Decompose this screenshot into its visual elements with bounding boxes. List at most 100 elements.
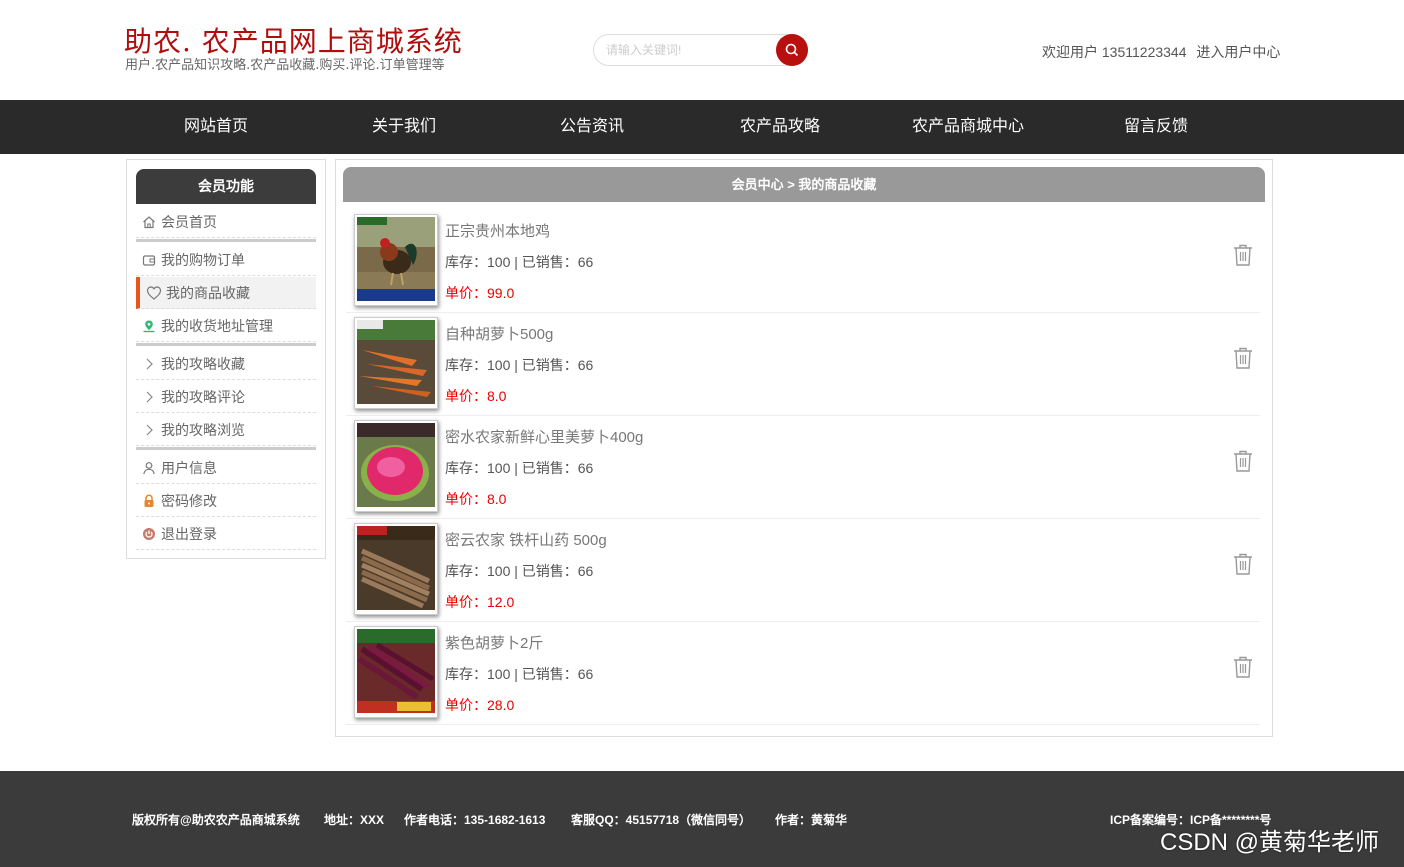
product-thumbnail[interactable] <box>354 214 438 306</box>
home-icon <box>141 214 157 230</box>
power-icon <box>141 526 157 542</box>
search-button[interactable] <box>776 34 808 66</box>
price-label: 单价： <box>445 285 487 301</box>
favorites-panel: 会员中心 > 我的商品收藏 正宗贵州本地鸡 库存：100 | 已销售：66 单价… <box>335 159 1273 737</box>
chevron-right-icon <box>141 422 157 438</box>
sidebar-item-label: 我的攻略浏览 <box>161 422 245 438</box>
product-name[interactable]: 密云农家 铁杆山药 500g <box>445 529 607 550</box>
trash-icon[interactable] <box>1232 449 1254 473</box>
product-name[interactable]: 正宗贵州本地鸡 <box>445 220 550 241</box>
search-box <box>593 34 808 66</box>
product-thumbnail[interactable] <box>354 523 438 615</box>
nav-item-guides[interactable]: 农产品攻略 <box>690 100 870 154</box>
product-price: 单价：99.0 <box>445 283 514 303</box>
sidebar-item-label: 我的购物订单 <box>161 252 245 268</box>
sidebar-item-guide-favorites[interactable]: 我的攻略收藏 <box>136 348 316 380</box>
main-nav: 网站首页 关于我们 公告资讯 农产品攻略 农产品商城中心 留言反馈 <box>0 100 1404 154</box>
chevron-right-icon <box>141 356 157 372</box>
radish-image <box>357 423 435 507</box>
sidebar-title: 会员功能 <box>136 169 316 204</box>
sidebar-divider <box>136 447 316 450</box>
price-label: 单价： <box>445 594 487 610</box>
welcome-text: 欢迎用户 13511223344 <box>1042 44 1187 60</box>
footer-phone: 作者电话：135-1682-1613 <box>404 813 546 827</box>
product-price: 单价：8.0 <box>445 386 506 406</box>
breadcrumb: 会员中心 > 我的商品收藏 <box>343 167 1265 202</box>
price-label: 单价： <box>445 388 487 404</box>
product-stock: 库存：100 | 已销售：66 <box>445 666 594 682</box>
site-subtitle: 用户.农产品知识攻略.农产品收藏.购买.评论.订单管理等 <box>125 58 445 73</box>
trash-icon[interactable] <box>1232 243 1254 267</box>
sidebar-item-label: 密码修改 <box>161 493 217 509</box>
heart-icon <box>146 285 162 301</box>
search-icon <box>785 43 799 57</box>
sidebar-item-address[interactable]: 我的收货地址管理 <box>136 310 316 342</box>
product-name[interactable]: 密水农家新鲜心里美萝卜400g <box>445 426 643 447</box>
yam-image <box>357 526 435 610</box>
member-sidebar: 会员功能 会员首页 我的购物订单 我的商品收藏 我的收货地址管理 我的攻略收藏 … <box>126 159 326 559</box>
footer-copyright: 版权所有@助农农产品商城系统 <box>132 813 300 827</box>
price-value: 99.0 <box>487 285 515 301</box>
purple-carrot-image <box>357 629 435 713</box>
sidebar-item-orders[interactable]: 我的购物订单 <box>136 244 316 276</box>
sidebar-divider <box>136 239 316 242</box>
nav-item-about[interactable]: 关于我们 <box>314 100 494 154</box>
product-stock: 库存：100 | 已销售：66 <box>445 460 594 476</box>
sidebar-item-password[interactable]: 密码修改 <box>136 485 316 517</box>
product-thumbnail[interactable] <box>354 626 438 718</box>
favorite-item: 密云农家 铁杆山药 500g 库存：100 | 已销售：66 单价：12.0 <box>346 519 1260 622</box>
footer-address: 地址：XXX <box>324 813 385 827</box>
user-icon <box>141 460 157 476</box>
footer-author: 作者：黄菊华 <box>775 813 848 827</box>
price-value: 12.0 <box>487 594 515 610</box>
nav-item-news[interactable]: 公告资讯 <box>502 100 682 154</box>
price-value: 8.0 <box>487 388 507 404</box>
rooster-image <box>357 217 435 301</box>
product-price: 单价：8.0 <box>445 489 506 509</box>
nav-item-home[interactable]: 网站首页 <box>126 100 306 154</box>
favorite-item: 自种胡萝卜500g 库存：100 | 已销售：66 单价：8.0 <box>346 313 1260 416</box>
favorite-item: 正宗贵州本地鸡 库存：100 | 已销售：66 单价：99.0 <box>346 210 1260 313</box>
sidebar-item-label: 会员首页 <box>161 214 217 230</box>
carrot-image <box>357 320 435 404</box>
user-info: 欢迎用户 13511223344 进入用户中心 <box>1042 42 1286 62</box>
product-price: 单价：28.0 <box>445 695 514 715</box>
site-header: 助农. 农产品网上商城系统 用户.农产品知识攻略.农产品收藏.购买.评论.订单管… <box>0 0 1404 100</box>
sidebar-divider <box>136 343 316 346</box>
product-stock: 库存：100 | 已销售：66 <box>445 357 594 373</box>
lock-icon <box>141 493 157 509</box>
price-label: 单价： <box>445 491 487 507</box>
trash-icon[interactable] <box>1232 552 1254 576</box>
favorite-item: 密水农家新鲜心里美萝卜400g 库存：100 | 已销售：66 单价：8.0 <box>346 416 1260 519</box>
nav-item-mall[interactable]: 农产品商城中心 <box>878 100 1058 154</box>
product-thumbnail[interactable] <box>354 317 438 409</box>
sidebar-item-logout[interactable]: 退出登录 <box>136 518 316 550</box>
search-input[interactable] <box>606 41 766 59</box>
sidebar-item-label: 退出登录 <box>161 526 217 542</box>
wallet-icon <box>141 252 157 268</box>
product-price: 单价：12.0 <box>445 592 514 612</box>
sidebar-item-guide-comments[interactable]: 我的攻略评论 <box>136 381 316 413</box>
sidebar-item-member-home[interactable]: 会员首页 <box>136 206 316 238</box>
product-stock: 库存：100 | 已销售：66 <box>445 254 594 270</box>
sidebar-item-label: 我的收货地址管理 <box>161 318 273 334</box>
sidebar-item-favorites[interactable]: 我的商品收藏 <box>136 277 316 309</box>
location-icon <box>141 318 157 334</box>
price-value: 28.0 <box>487 697 515 713</box>
product-name[interactable]: 紫色胡萝卜2斤 <box>445 632 543 653</box>
csdn-watermark: CSDN @黄菊华老师 <box>1160 829 1380 856</box>
user-center-link[interactable]: 进入用户中心 <box>1196 44 1280 60</box>
footer-qq: 客服QQ：45157718（微信同号） <box>571 813 752 827</box>
nav-item-feedback[interactable]: 留言反馈 <box>1066 100 1246 154</box>
product-thumbnail[interactable] <box>354 420 438 512</box>
favorite-item: 紫色胡萝卜2斤 库存：100 | 已销售：66 单价：28.0 <box>346 622 1260 725</box>
sidebar-item-guide-history[interactable]: 我的攻略浏览 <box>136 414 316 446</box>
price-label: 单价： <box>445 697 487 713</box>
trash-icon[interactable] <box>1232 655 1254 679</box>
sidebar-item-user-info[interactable]: 用户信息 <box>136 452 316 484</box>
sidebar-item-label: 用户信息 <box>161 460 217 476</box>
price-value: 8.0 <box>487 491 507 507</box>
sidebar-item-label: 我的攻略收藏 <box>161 356 245 372</box>
product-name[interactable]: 自种胡萝卜500g <box>445 323 553 344</box>
trash-icon[interactable] <box>1232 346 1254 370</box>
